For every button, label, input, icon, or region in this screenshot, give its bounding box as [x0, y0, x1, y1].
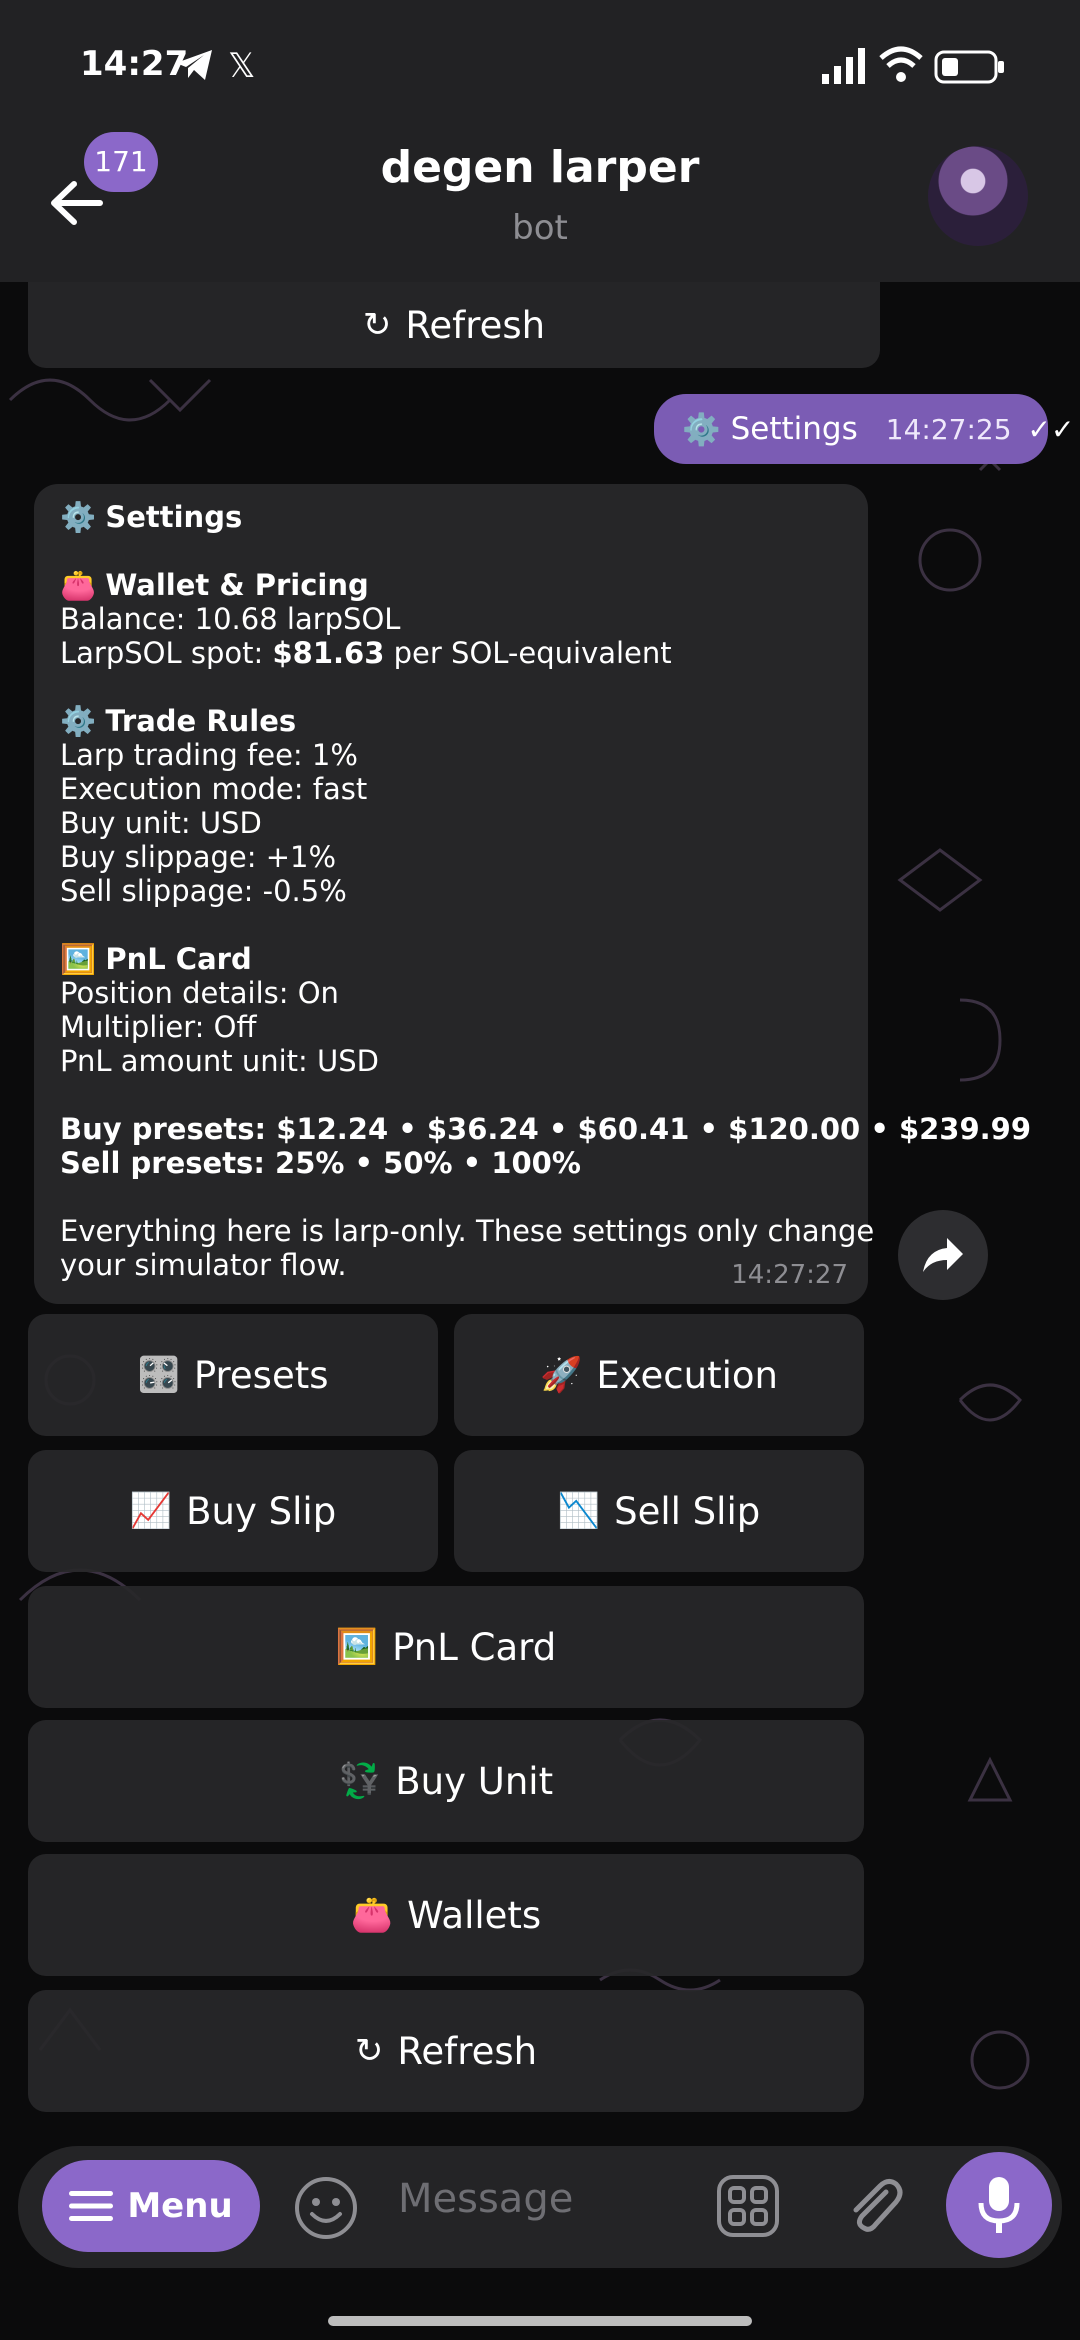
menu-label: Menu [127, 2186, 233, 2226]
multiplier-text: Multiplier: Off [60, 1010, 257, 1044]
read-checkmarks-icon: ✓✓ [1027, 412, 1075, 446]
buy-slip-button[interactable]: 📈 Buy Slip [28, 1450, 438, 1572]
home-indicator [328, 2316, 752, 2326]
settings-heading: Settings [105, 500, 243, 534]
attach-paperclip-icon[interactable] [842, 2174, 906, 2238]
refresh-label: Refresh [397, 2029, 538, 2073]
spot-value: $81.63 [272, 636, 385, 670]
buy-unit-label: Buy Unit [395, 1759, 554, 1803]
pnl-card-label: PnL Card [392, 1625, 557, 1669]
telegram-icon [176, 50, 212, 80]
buy-slip-text: Buy slippage: +1% [60, 840, 337, 874]
microphone-icon [978, 2177, 1020, 2233]
menu-button[interactable]: Menu [42, 2160, 260, 2252]
message-time: 14:27:27 [731, 1260, 848, 1290]
buy-slip-label: Buy Slip [186, 1489, 337, 1533]
battery-icon [934, 50, 1004, 84]
rules-heading: Trade Rules [105, 704, 297, 738]
control-knobs-icon: 🎛️ [137, 1355, 180, 1395]
refresh-button-top[interactable]: ↻ Refresh [28, 282, 880, 368]
emoji-icon[interactable] [294, 2176, 358, 2240]
chat-title[interactable]: degen larper [0, 142, 1080, 193]
sell-slip-label: Sell Slip [614, 1489, 761, 1533]
voice-record-button[interactable] [946, 2152, 1052, 2258]
status-bar: 14:27 𝕏 [0, 0, 1080, 132]
exec-text: Execution mode: fast [60, 772, 368, 806]
outgoing-text: Settings [730, 411, 858, 447]
balance-text: Balance: 10.68 larpSOL [60, 602, 401, 636]
presets-button[interactable]: 🎛️ Presets [28, 1314, 438, 1436]
presets-label: Presets [193, 1353, 329, 1397]
hamburger-icon [69, 2191, 114, 2221]
sell-slip-button[interactable]: 📉 Sell Slip [454, 1450, 864, 1572]
share-arrow-icon [923, 1238, 963, 1272]
gear-icon: ⚙️ [60, 704, 97, 738]
buy-presets-values: $12.24 • $36.24 • $60.41 • $120.00 • $23… [276, 1112, 1032, 1146]
spot-prefix: LarpSOL spot: [60, 636, 273, 670]
refresh-label: Refresh [405, 303, 546, 347]
outgoing-time: 14:27:25 [885, 412, 1012, 446]
sell-slip-text: Sell slippage: -0.5% [60, 874, 347, 908]
refresh-icon: ↻ [354, 2031, 384, 2071]
forward-share-button[interactable] [898, 1210, 988, 1300]
purse-icon: 👛 [350, 1895, 394, 1935]
position-text: Position details: On [60, 976, 339, 1010]
sell-presets-values: 25% • 50% • 100% [275, 1146, 581, 1180]
picture-icon: 🖼️ [60, 942, 97, 976]
wallet-heading: Wallet & Pricing [105, 568, 369, 602]
wallets-button[interactable]: 👛 Wallets [28, 1854, 864, 1976]
gear-icon: ⚙️ [60, 500, 97, 534]
rocket-icon: 🚀 [540, 1355, 583, 1395]
execution-label: Execution [596, 1353, 778, 1397]
buy-presets-label: Buy presets: [60, 1112, 277, 1146]
wallets-label: Wallets [407, 1893, 542, 1937]
x-icon: 𝕏 [228, 46, 256, 86]
footer-line-2: your simulator flow. [60, 1248, 347, 1282]
currency-exchange-icon: 💱 [338, 1761, 382, 1801]
message-placeholder: Message [398, 2176, 574, 2222]
spot-suffix: per SOL-equivalent [384, 636, 672, 670]
buy-unit-button[interactable]: 💱 Buy Unit [28, 1720, 864, 1842]
wifi-icon [879, 46, 923, 82]
chat-subtitle: bot [512, 208, 568, 248]
outgoing-message[interactable]: ⚙️ Settings 14:27:25 ✓✓ [654, 394, 1074, 464]
settings-message[interactable]: ⚙️ Settings 👛 Wallet & Pricing Balance: … [34, 484, 1031, 1304]
refresh-icon: ↻ [362, 305, 392, 345]
pnl-heading: PnL Card [105, 942, 252, 976]
bot-avatar[interactable] [928, 146, 1028, 246]
purse-icon: 👛 [60, 568, 97, 602]
sell-presets-label: Sell presets: [60, 1146, 276, 1180]
chart-down-icon: 📉 [557, 1491, 601, 1531]
chart-up-icon: 📈 [129, 1491, 173, 1531]
settings-gear-icon: ⚙️ [682, 411, 721, 448]
signal-icon [822, 48, 865, 84]
buy-unit-text: Buy unit: USD [60, 806, 262, 840]
footer-line-1: Everything here is larp-only. These sett… [60, 1214, 875, 1248]
fee-text: Larp trading fee: 1% [60, 738, 358, 772]
bot-commands-grid-icon[interactable] [716, 2174, 780, 2238]
refresh-button[interactable]: ↻ Refresh [28, 1990, 864, 2112]
status-time: 14:27 [80, 44, 189, 84]
execution-button[interactable]: 🚀 Execution [454, 1314, 864, 1436]
pnl-card-button[interactable]: 🖼️ PnL Card [28, 1586, 864, 1708]
pnl-unit-text: PnL amount unit: USD [60, 1044, 379, 1078]
picture-icon: 🖼️ [335, 1627, 379, 1667]
